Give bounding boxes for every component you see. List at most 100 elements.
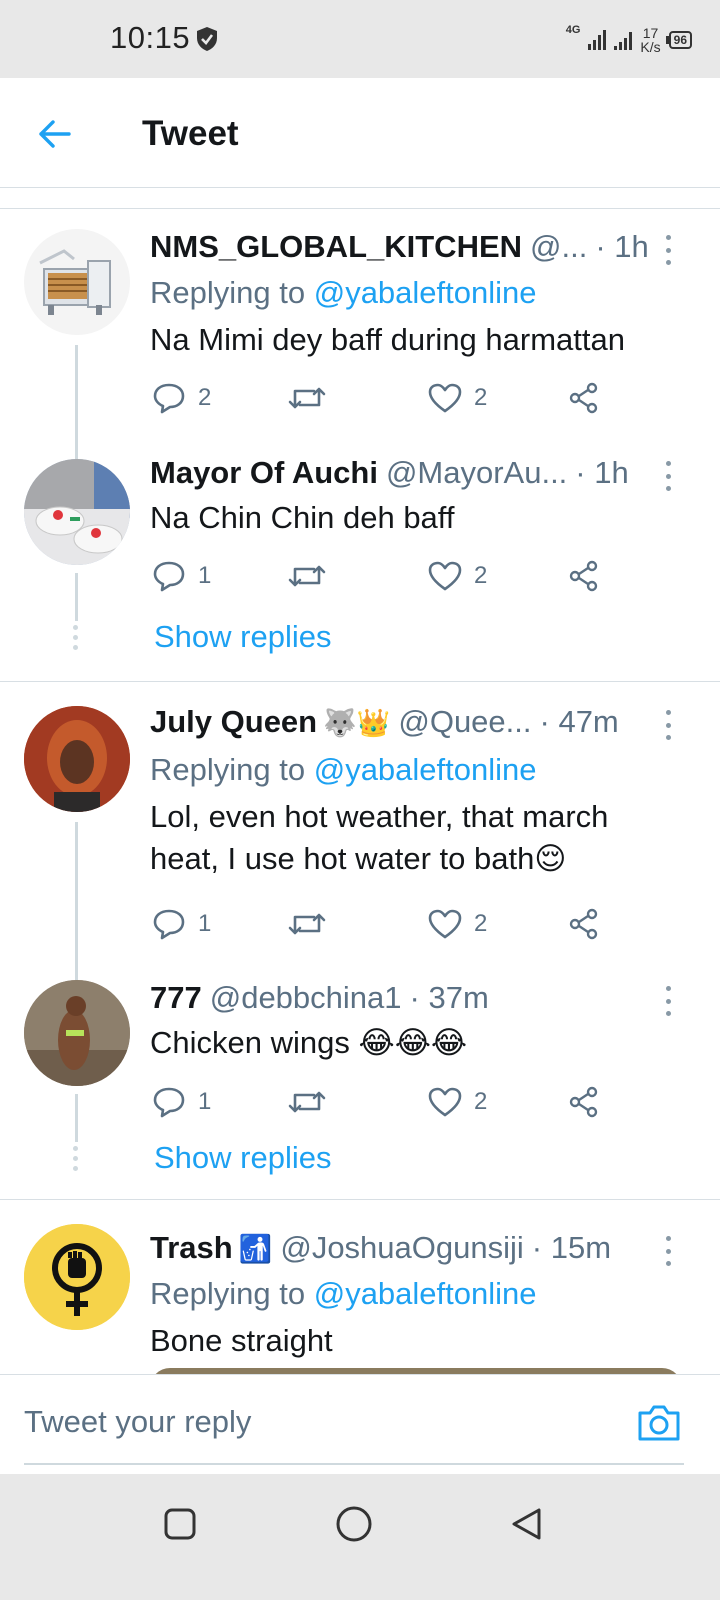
system-nav-bar [0, 1474, 720, 1600]
like-button[interactable]: 2 [428, 378, 487, 418]
reply-count: 1 [198, 562, 212, 589]
sneakers-image [24, 459, 130, 565]
like-button[interactable]: 2 [428, 1082, 487, 1122]
heart-icon [428, 383, 462, 413]
tweet-header: July Queen 🐺👑 @Quee... · 47m [150, 704, 668, 744]
tweet-text: Na Chin Chin deh baff [150, 500, 455, 535]
network-type: 4G [565, 24, 581, 36]
like-button[interactable]: 2 [428, 556, 487, 596]
thread-dots [73, 1146, 79, 1171]
tweet-time: · 37m [409, 980, 489, 1015]
tweet-time: · 47m [539, 704, 619, 739]
avatar[interactable] [24, 706, 130, 812]
retweet-button[interactable] [288, 904, 326, 944]
like-count: 2 [474, 384, 488, 411]
replying-to: Replying to @yabaleftonline [150, 1276, 537, 1312]
profile-photo-image [24, 980, 130, 1086]
show-replies-link[interactable]: Show replies [154, 619, 331, 655]
user-handle[interactable]: @Quee... [398, 704, 531, 740]
reply-button[interactable]: 1 [152, 1082, 211, 1122]
replies-feed[interactable]: NMS_GLOBAL_KITCHEN @... · 1h Replying to… [0, 208, 720, 1374]
replying-to-handle[interactable]: @yabaleftonline [314, 1276, 537, 1311]
display-name[interactable]: July Queen [150, 704, 317, 740]
avatar[interactable] [24, 1224, 130, 1330]
battery-level: 96 [673, 33, 687, 47]
battery-icon: 96 [665, 31, 692, 49]
camera-icon[interactable] [636, 1403, 682, 1443]
display-name[interactable]: Trash [150, 1230, 233, 1266]
avatar[interactable] [24, 980, 130, 1086]
more-vertical-icon[interactable] [660, 235, 676, 265]
user-handle[interactable]: @debbchina1 [210, 980, 402, 1016]
display-name[interactable]: NMS_GLOBAL_KITCHEN [150, 229, 522, 265]
reply-count: 1 [198, 910, 212, 937]
display-name[interactable]: 777 [150, 980, 202, 1016]
share-button[interactable] [568, 378, 600, 418]
thread-line [75, 573, 78, 621]
reply-button[interactable]: 1 [152, 904, 211, 944]
more-vertical-icon[interactable] [660, 710, 676, 740]
more-vertical-icon[interactable] [660, 461, 676, 491]
retweet-button[interactable] [288, 1082, 326, 1122]
show-replies-link[interactable]: Show replies [154, 1140, 331, 1176]
shield-icon [197, 27, 217, 51]
thread-line [75, 1094, 78, 1142]
avatar[interactable] [24, 459, 130, 565]
triangle-back-icon [512, 1508, 541, 1540]
home-button[interactable] [334, 1504, 374, 1544]
bread-slicer-image [39, 249, 111, 315]
tweet-actions: 1 2 [150, 904, 620, 944]
user-handle[interactable]: @JoshuaOgunsiji [280, 1230, 523, 1266]
speech-bubble-icon [153, 561, 185, 592]
like-count: 2 [474, 562, 488, 589]
more-vertical-icon[interactable] [660, 1236, 676, 1266]
reply-count: 2 [198, 384, 212, 411]
tweet-text: Lol, even hot weather, that march heat, … [150, 799, 609, 876]
tweet-actions: 1 2 [150, 556, 620, 596]
reply-tweet[interactable]: Mayor Of Auchi @MayorAu... · 1h Na Chin … [0, 439, 720, 681]
app-header: Tweet [0, 78, 720, 188]
tweet-text: Chicken wings 😂😂😂 [150, 1025, 468, 1060]
reply-button[interactable]: 2 [152, 378, 211, 418]
like-count: 2 [474, 910, 488, 937]
user-handle[interactable]: @... [530, 229, 587, 265]
retweet-button[interactable] [288, 556, 326, 596]
heart-icon [428, 909, 462, 939]
tweet-actions: 1 2 [150, 1082, 620, 1122]
thread-dots [73, 625, 79, 650]
thread-line [75, 822, 78, 972]
reply-button[interactable]: 1 [152, 556, 211, 596]
like-button[interactable]: 2 [428, 904, 487, 944]
reply-tweet[interactable]: 777 @debbchina1 · 37m Chicken wings 😂😂😂 … [0, 960, 720, 1200]
replying-to-handle[interactable]: @yabaleftonline [314, 752, 537, 787]
tweet-header: NMS_GLOBAL_KITCHEN @... · 1h [150, 229, 668, 269]
back-nav-button[interactable] [506, 1504, 546, 1544]
signal-icon-2 [614, 30, 633, 50]
retweet-button[interactable] [288, 378, 326, 418]
share-button[interactable] [568, 556, 600, 596]
status-bar: 10:15 4G 17 K/s 96 [0, 0, 720, 78]
share-button[interactable] [568, 1082, 600, 1122]
recents-button[interactable] [160, 1504, 200, 1544]
user-handle[interactable]: @MayorAu... [386, 455, 567, 491]
share-button[interactable] [568, 904, 600, 944]
tweet-actions: 2 2 [150, 378, 620, 418]
reply-tweet[interactable]: Trash 🚮 @JoshuaOgunsiji · 15m Replying t… [0, 1200, 720, 1374]
network-speed-unit: K/s [640, 39, 661, 55]
avatar[interactable] [24, 229, 130, 335]
replying-to-handle[interactable]: @yabaleftonline [314, 275, 537, 310]
back-button[interactable] [30, 110, 78, 158]
display-name[interactable]: Mayor Of Auchi [150, 455, 378, 491]
heart-icon [428, 561, 462, 591]
more-vertical-icon[interactable] [660, 986, 676, 1016]
share-icon [569, 1086, 598, 1118]
like-count: 2 [474, 1088, 488, 1115]
profile-photo-image [24, 706, 130, 812]
composer-underline [24, 1463, 684, 1465]
heart-icon [428, 1087, 462, 1117]
reply-tweet[interactable]: NMS_GLOBAL_KITCHEN @... · 1h Replying to… [0, 209, 720, 455]
reply-tweet[interactable]: July Queen 🐺👑 @Quee... · 47m Replying to… [0, 682, 720, 972]
reply-input[interactable] [24, 1391, 624, 1453]
reply-count: 1 [198, 1088, 212, 1115]
share-icon [569, 908, 598, 940]
